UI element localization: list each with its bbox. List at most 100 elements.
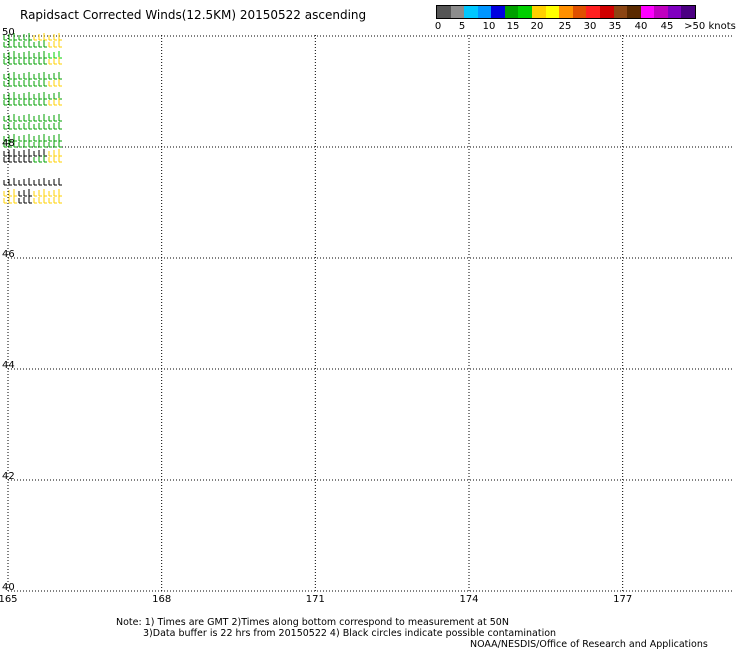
wind-barb [8, 58, 12, 65]
wind-speed-legend [436, 5, 696, 19]
wind-barb [13, 92, 17, 100]
wind-barb [38, 190, 42, 197]
wind-barb [33, 94, 37, 100]
wind-barb [8, 93, 12, 100]
wind-barb [48, 59, 52, 65]
wind-barb [53, 197, 57, 204]
wind-barb [53, 141, 57, 148]
note-line-2: 3)Data buffer is 22 hrs from 20150522 4)… [143, 628, 557, 639]
wind-barb [53, 190, 57, 197]
legend-label-5: 25 [558, 21, 572, 32]
wind-barb [3, 81, 7, 87]
wind-barb [18, 198, 22, 204]
wind-barb [48, 94, 52, 100]
wind-barb [38, 156, 42, 163]
wind-barb [53, 58, 57, 65]
wind-barb [23, 141, 27, 148]
wind-barb [53, 99, 57, 106]
wind-barb [33, 151, 37, 157]
map-title: Rapidsact Corrected Winds(12.5KM) 201505… [20, 8, 367, 22]
legend-swatch-15 [640, 6, 655, 18]
latitude-labels: 404244464850 [2, 27, 15, 593]
wind-barb [23, 135, 27, 142]
map-grid [7, 35, 732, 592]
wind-barb [13, 122, 17, 130]
wind-barb [53, 123, 57, 130]
wind-barb [38, 41, 42, 48]
wind-barb [23, 115, 27, 122]
lon-label-171: 171 [306, 594, 325, 605]
wind-barb [38, 80, 42, 87]
wind-barb [3, 198, 7, 204]
legend-label-6: 30 [583, 21, 597, 32]
wind-barb [38, 141, 42, 148]
wind-barb [13, 189, 17, 197]
wind-barb [3, 100, 7, 106]
lat-label-48: 48 [2, 138, 15, 149]
wind-barb [3, 157, 7, 163]
legend-labels: 0 5 10 15 20 25 30 35 40 45 >50 knots [0, 21, 740, 35]
wind-barb [18, 53, 22, 59]
wind-barb [13, 51, 17, 59]
wind-barb [38, 179, 42, 186]
wind-barb [43, 189, 47, 197]
legend-label-4: 20 [530, 21, 544, 32]
wind-barb [38, 58, 42, 65]
wind-barb [48, 53, 52, 59]
legend-swatch-16 [654, 6, 668, 18]
legend-label-10: >50 knots [684, 21, 736, 32]
wind-barb [28, 134, 32, 142]
wind-barb [23, 123, 27, 130]
wind-barb [43, 178, 47, 186]
longitude-labels: 165 168 171 174 177 [0, 594, 632, 605]
wind-barb [38, 197, 42, 204]
legend-label-3: 15 [506, 21, 520, 32]
wind-barb [23, 150, 27, 157]
wind-barb [13, 40, 17, 48]
wind-barb [13, 149, 17, 157]
wind-barb [23, 99, 27, 106]
wind-barb [23, 41, 27, 48]
note-line-1: Note: 1) Times are GMT 2)Times along bot… [116, 617, 509, 628]
wind-barb [58, 196, 62, 204]
wind-barb [28, 149, 32, 157]
wind-barb [33, 124, 37, 130]
wind-barb [28, 92, 32, 100]
wind-barb [43, 122, 47, 130]
wind-barb [48, 116, 52, 122]
wind-barb [18, 142, 22, 148]
wind-barb [8, 190, 12, 197]
wind-barb [43, 92, 47, 100]
legend-swatch-10 [572, 6, 587, 18]
wind-barb [53, 135, 57, 142]
wind-map: 165 168 171 174 177 404244464850 [0, 27, 732, 605]
wind-barb [3, 116, 7, 122]
wind-barb [18, 59, 22, 65]
legend-swatch-7 [532, 6, 546, 18]
wind-barb [38, 150, 42, 157]
legend-label-1: 5 [458, 21, 466, 32]
wind-barb [38, 99, 42, 106]
wind-barb [58, 40, 62, 48]
wind-barb [33, 136, 37, 142]
wind-barb [38, 93, 42, 100]
legend-swatch-0 [437, 6, 451, 18]
wind-barb [48, 180, 52, 186]
wind-barb [23, 179, 27, 186]
legend-label-7: 35 [608, 21, 622, 32]
wind-barb [13, 196, 17, 204]
wind-barb [28, 79, 32, 87]
wind-barb [3, 74, 7, 80]
wind-barb [33, 81, 37, 87]
legend-swatch-5 [504, 6, 519, 18]
wind-barb [58, 149, 62, 157]
wind-barb [48, 100, 52, 106]
wind-barb [23, 52, 27, 59]
wind-barb [3, 59, 7, 65]
wind-barb [8, 150, 12, 157]
legend-swatch-11 [586, 6, 600, 18]
wind-barb [53, 93, 57, 100]
wind-barb [3, 151, 7, 157]
wind-barb [3, 191, 7, 197]
wind-barb [3, 53, 7, 59]
